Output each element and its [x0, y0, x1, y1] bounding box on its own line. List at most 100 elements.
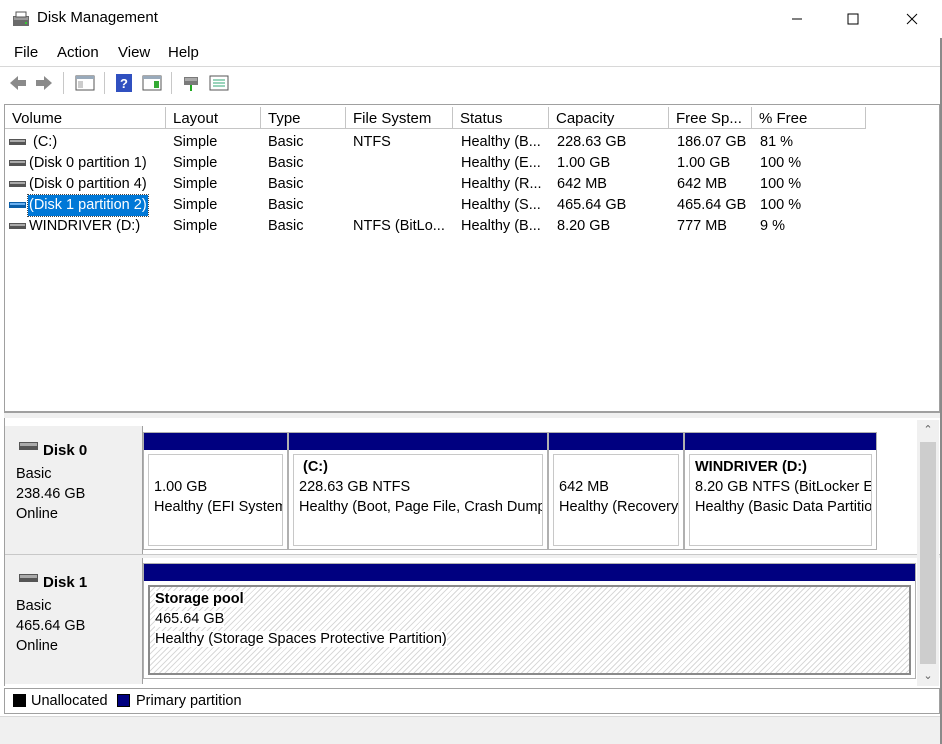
cell-layout: Simple: [173, 218, 218, 234]
close-button[interactable]: [889, 0, 935, 38]
close-icon: [906, 13, 918, 25]
partition-status: Healthy (Recovery Partition): [559, 499, 679, 515]
partition-title: WINDRIVER (D:): [695, 459, 807, 475]
back-icon[interactable]: [8, 73, 28, 93]
cell-percent-free: 100 %: [760, 176, 802, 192]
minimize-button[interactable]: [774, 0, 820, 38]
properties-icon[interactable]: [142, 73, 162, 93]
menu-view[interactable]: View: [118, 44, 150, 61]
disk-1-info[interactable]: Disk 1 Basic 465.64 GB Online: [5, 558, 143, 684]
table-row[interactable]: WINDRIVER (D:) Simple Basic NTFS (BitLo.…: [5, 216, 939, 237]
cell-layout: Simple: [173, 197, 218, 213]
cell-volume: (C:): [33, 134, 58, 150]
partition-size: 1.00 GB: [154, 479, 208, 495]
legend: Unallocated Primary partition: [4, 688, 940, 714]
menu-file[interactable]: File: [14, 44, 38, 61]
disk-type: Basic: [16, 466, 52, 482]
disk-0-info[interactable]: Disk 0 Basic 238.46 GB Online: [5, 426, 143, 554]
partition-size: 642 MB: [559, 479, 609, 495]
cell-type: Basic: [268, 176, 304, 192]
cell-status: Healthy (E...: [461, 155, 541, 171]
disk-1-partition-storage-pool[interactable]: Storage pool 465.64 GB Healthy (Storage …: [143, 563, 916, 679]
column-header-type[interactable]: Type: [261, 107, 346, 129]
disk-icon: [19, 574, 38, 582]
cell-percent-free: 100 %: [760, 155, 802, 171]
minimize-icon: [792, 18, 802, 20]
cell-volume: (Disk 0 partition 1): [29, 155, 147, 171]
column-header-file-system[interactable]: File System: [346, 107, 453, 129]
disk-size: 238.46 GB: [16, 486, 86, 502]
toolbar-separator: [171, 72, 172, 94]
disk-map-pane: Disk 0 Basic 238.46 GB Online 1.00 GB He…: [4, 418, 940, 686]
menu-action[interactable]: Action: [57, 44, 99, 61]
cell-free-space: 642 MB: [677, 176, 727, 192]
table-row[interactable]: (Disk 0 partition 4) Simple Basic Health…: [5, 174, 939, 195]
cell-capacity: 642 MB: [557, 176, 607, 192]
column-header-percent-free[interactable]: % Free: [752, 107, 866, 129]
table-row[interactable]: (C:) Simple Basic NTFS Healthy (B... 228…: [5, 132, 939, 153]
cell-volume: WINDRIVER (D:): [29, 218, 141, 234]
partition-bar: [289, 433, 547, 450]
volume-list: Volume Layout Type File System Status Ca…: [4, 104, 940, 412]
column-header-status[interactable]: Status: [453, 107, 549, 129]
partition-size: 8.20 GB NTFS (BitLocker Encrypted): [695, 479, 871, 495]
disk-pane-scrollbar[interactable]: ⌃ ⌄: [917, 420, 939, 686]
legend-label: Unallocated: [31, 693, 108, 709]
disk-state: Online: [16, 638, 58, 654]
scrollbar-thumb[interactable]: [920, 442, 936, 664]
scroll-up-icon[interactable]: ⌃: [917, 420, 939, 440]
cell-percent-free: 81 %: [760, 134, 794, 150]
connect-icon[interactable]: [181, 73, 201, 93]
disk-0-partition-4[interactable]: 642 MB Healthy (Recovery Partition): [548, 432, 684, 550]
cell-status: Healthy (S...: [461, 197, 541, 213]
disk-management-app-icon: [13, 11, 29, 26]
cell-free-space: 777 MB: [677, 218, 727, 234]
cell-volume: (Disk 1 partition 2): [27, 194, 149, 217]
partition-bar: [685, 433, 876, 450]
toolbar: ?: [0, 66, 942, 98]
column-header-volume[interactable]: Volume: [5, 107, 166, 129]
disk-separator: [5, 554, 940, 558]
column-header-capacity[interactable]: Capacity: [549, 107, 669, 129]
column-header-free-space[interactable]: Free Sp...: [669, 107, 752, 129]
volume-icon: [9, 160, 26, 166]
cell-type: Basic: [268, 134, 304, 150]
window-title: Disk Management: [37, 9, 158, 26]
column-header-layout[interactable]: Layout: [166, 107, 261, 129]
toolbar-separator: [104, 72, 105, 94]
cell-free-space: 186.07 GB: [677, 134, 747, 150]
cell-layout: Simple: [173, 134, 218, 150]
refresh-list-icon[interactable]: [209, 73, 229, 93]
partition-status: Healthy (Storage Spaces Protective Parti…: [155, 631, 447, 647]
partition-status: Healthy (Basic Data Partition): [695, 499, 872, 515]
cell-capacity: 8.20 GB: [557, 218, 611, 234]
cell-type: Basic: [268, 218, 304, 234]
console-tree-icon[interactable]: [75, 73, 95, 93]
menu-help[interactable]: Help: [168, 44, 199, 61]
disk-state: Online: [16, 506, 58, 522]
partition-title: [559, 457, 678, 477]
maximize-button[interactable]: [830, 0, 876, 38]
volume-icon: [9, 139, 26, 145]
partition-status: Healthy (Boot, Page File, Crash Dump, Pr…: [299, 499, 542, 515]
cell-type: Basic: [268, 197, 304, 213]
help-icon[interactable]: ?: [114, 73, 134, 93]
legend-swatch-unallocated: [13, 694, 26, 707]
partition-title: Storage pool: [155, 591, 244, 607]
cell-capacity: 465.64 GB: [557, 197, 627, 213]
disk-0-partition-1[interactable]: 1.00 GB Healthy (EFI System Partition): [143, 432, 288, 550]
scroll-down-icon[interactable]: ⌄: [917, 666, 939, 686]
legend-swatch-primary: [117, 694, 130, 707]
table-row-selected[interactable]: (Disk 1 partition 2) Simple Basic Health…: [5, 194, 939, 217]
status-bar: [0, 716, 942, 744]
cell-file-system: NTFS: [353, 134, 391, 150]
forward-icon[interactable]: [34, 73, 54, 93]
cell-layout: Simple: [173, 176, 218, 192]
legend-label: Primary partition: [136, 693, 242, 709]
disk-0-partition-c[interactable]: (C:) 228.63 GB NTFS Healthy (Boot, Page …: [288, 432, 548, 550]
cell-layout: Simple: [173, 155, 218, 171]
maximize-icon: [847, 13, 859, 25]
cell-capacity: 1.00 GB: [557, 155, 611, 171]
table-row[interactable]: (Disk 0 partition 1) Simple Basic Health…: [5, 153, 939, 174]
disk-0-partition-d[interactable]: WINDRIVER (D:) 8.20 GB NTFS (BitLocker E…: [684, 432, 877, 550]
